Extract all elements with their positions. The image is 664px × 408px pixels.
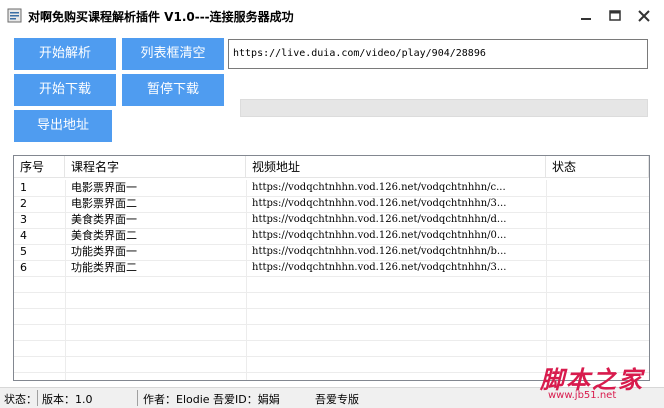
row-video-url: https://vodqchtnhhn.vod.126.net/vodqchtn… [252,182,506,193]
table-row[interactable]: 6 功能类界面二 https://vodqchtnhhn.vod.126.net… [14,260,649,276]
column-header-video-url[interactable]: 视频地址 [246,156,546,178]
list-header: 序号 课程名字 视频地址 状态 [14,156,649,178]
url-input[interactable]: https://live.duia.com/video/play/904/288… [228,39,648,69]
table-row[interactable]: 1 电影票界面一 https://vodqchtnhhn.vod.126.net… [14,180,649,196]
row-course-name: 功能类界面一 [71,245,137,258]
row-course-name: 美食类界面一 [71,213,137,226]
pause-download-button[interactable]: 暂停下载 [122,74,224,106]
list-body: 1 电影票界面一 https://vodqchtnhhn.vod.126.net… [14,180,649,276]
window-title: 对啊免购买课程解析插件 V1.0---连接服务器成功 [28,10,294,24]
edition-label: 吾爱专版 [315,393,359,406]
row-video-url: https://vodqchtnhhn.vod.126.net/vodqchtn… [252,214,507,225]
row-video-url: https://vodqchtnhhn.vod.126.net/vodqchtn… [252,246,507,257]
row-course-name: 电影票界面二 [71,197,137,210]
table-row[interactable]: 2 电影票界面二 https://vodqchtnhhn.vod.126.net… [14,196,649,212]
table-row[interactable]: 5 功能类界面一 https://vodqchtnhhn.vod.126.net… [14,244,649,260]
row-course-name: 功能类界面二 [71,261,137,274]
row-status [552,196,642,212]
status-divider [37,390,38,406]
row-status [552,212,642,228]
row-course-name: 美食类界面二 [71,229,137,242]
column-header-number[interactable]: 序号 [14,156,65,178]
close-icon[interactable] [633,6,655,26]
watermark-url: www.jb51.net [548,390,617,401]
minimize-icon[interactable] [575,6,597,26]
maximize-icon[interactable] [604,6,626,26]
row-number: 3 [20,213,27,226]
row-status [552,260,642,276]
start-parse-button[interactable]: 开始解析 [14,38,116,70]
app-icon [7,8,22,23]
column-header-status[interactable]: 状态 [546,156,649,178]
table-row[interactable]: 3 美食类界面一 https://vodqchtnhhn.vod.126.net… [14,212,649,228]
row-status [552,228,642,244]
row-number: 6 [20,261,27,274]
status-divider [137,390,138,406]
row-number: 5 [20,245,27,258]
status-label: 状态： [4,393,37,406]
site-watermark: 脚本之家 www.jb51.net [534,360,664,406]
row-video-url: https://vodqchtnhhn.vod.126.net/vodqchtn… [252,262,507,273]
row-status [552,180,642,196]
title-bar: 对啊免购买课程解析插件 V1.0---连接服务器成功 [0,0,664,31]
clear-list-button[interactable]: 列表框清空 [122,38,224,70]
column-header-course-name[interactable]: 课程名字 [65,156,246,178]
row-number: 4 [20,229,27,242]
start-download-button[interactable]: 开始下载 [14,74,116,106]
download-progress-bar [240,99,648,117]
course-list[interactable]: 序号 课程名字 视频地址 状态 1 电影票界面一 https://vodqcht… [13,155,650,381]
row-status [552,244,642,260]
row-video-url: https://vodqchtnhhn.vod.126.net/vodqchtn… [252,230,507,241]
row-video-url: https://vodqchtnhhn.vod.126.net/vodqchtn… [252,198,507,209]
export-urls-button[interactable]: 导出地址 [14,110,112,142]
row-number: 2 [20,197,27,210]
row-course-name: 电影票界面一 [71,181,137,194]
version-label: 版本：1.0 [42,393,93,406]
row-number: 1 [20,181,27,194]
author-label: 作者：Elodie 吾爱ID：娟娟 [143,393,280,406]
table-row[interactable]: 4 美食类界面二 https://vodqchtnhhn.vod.126.net… [14,228,649,244]
